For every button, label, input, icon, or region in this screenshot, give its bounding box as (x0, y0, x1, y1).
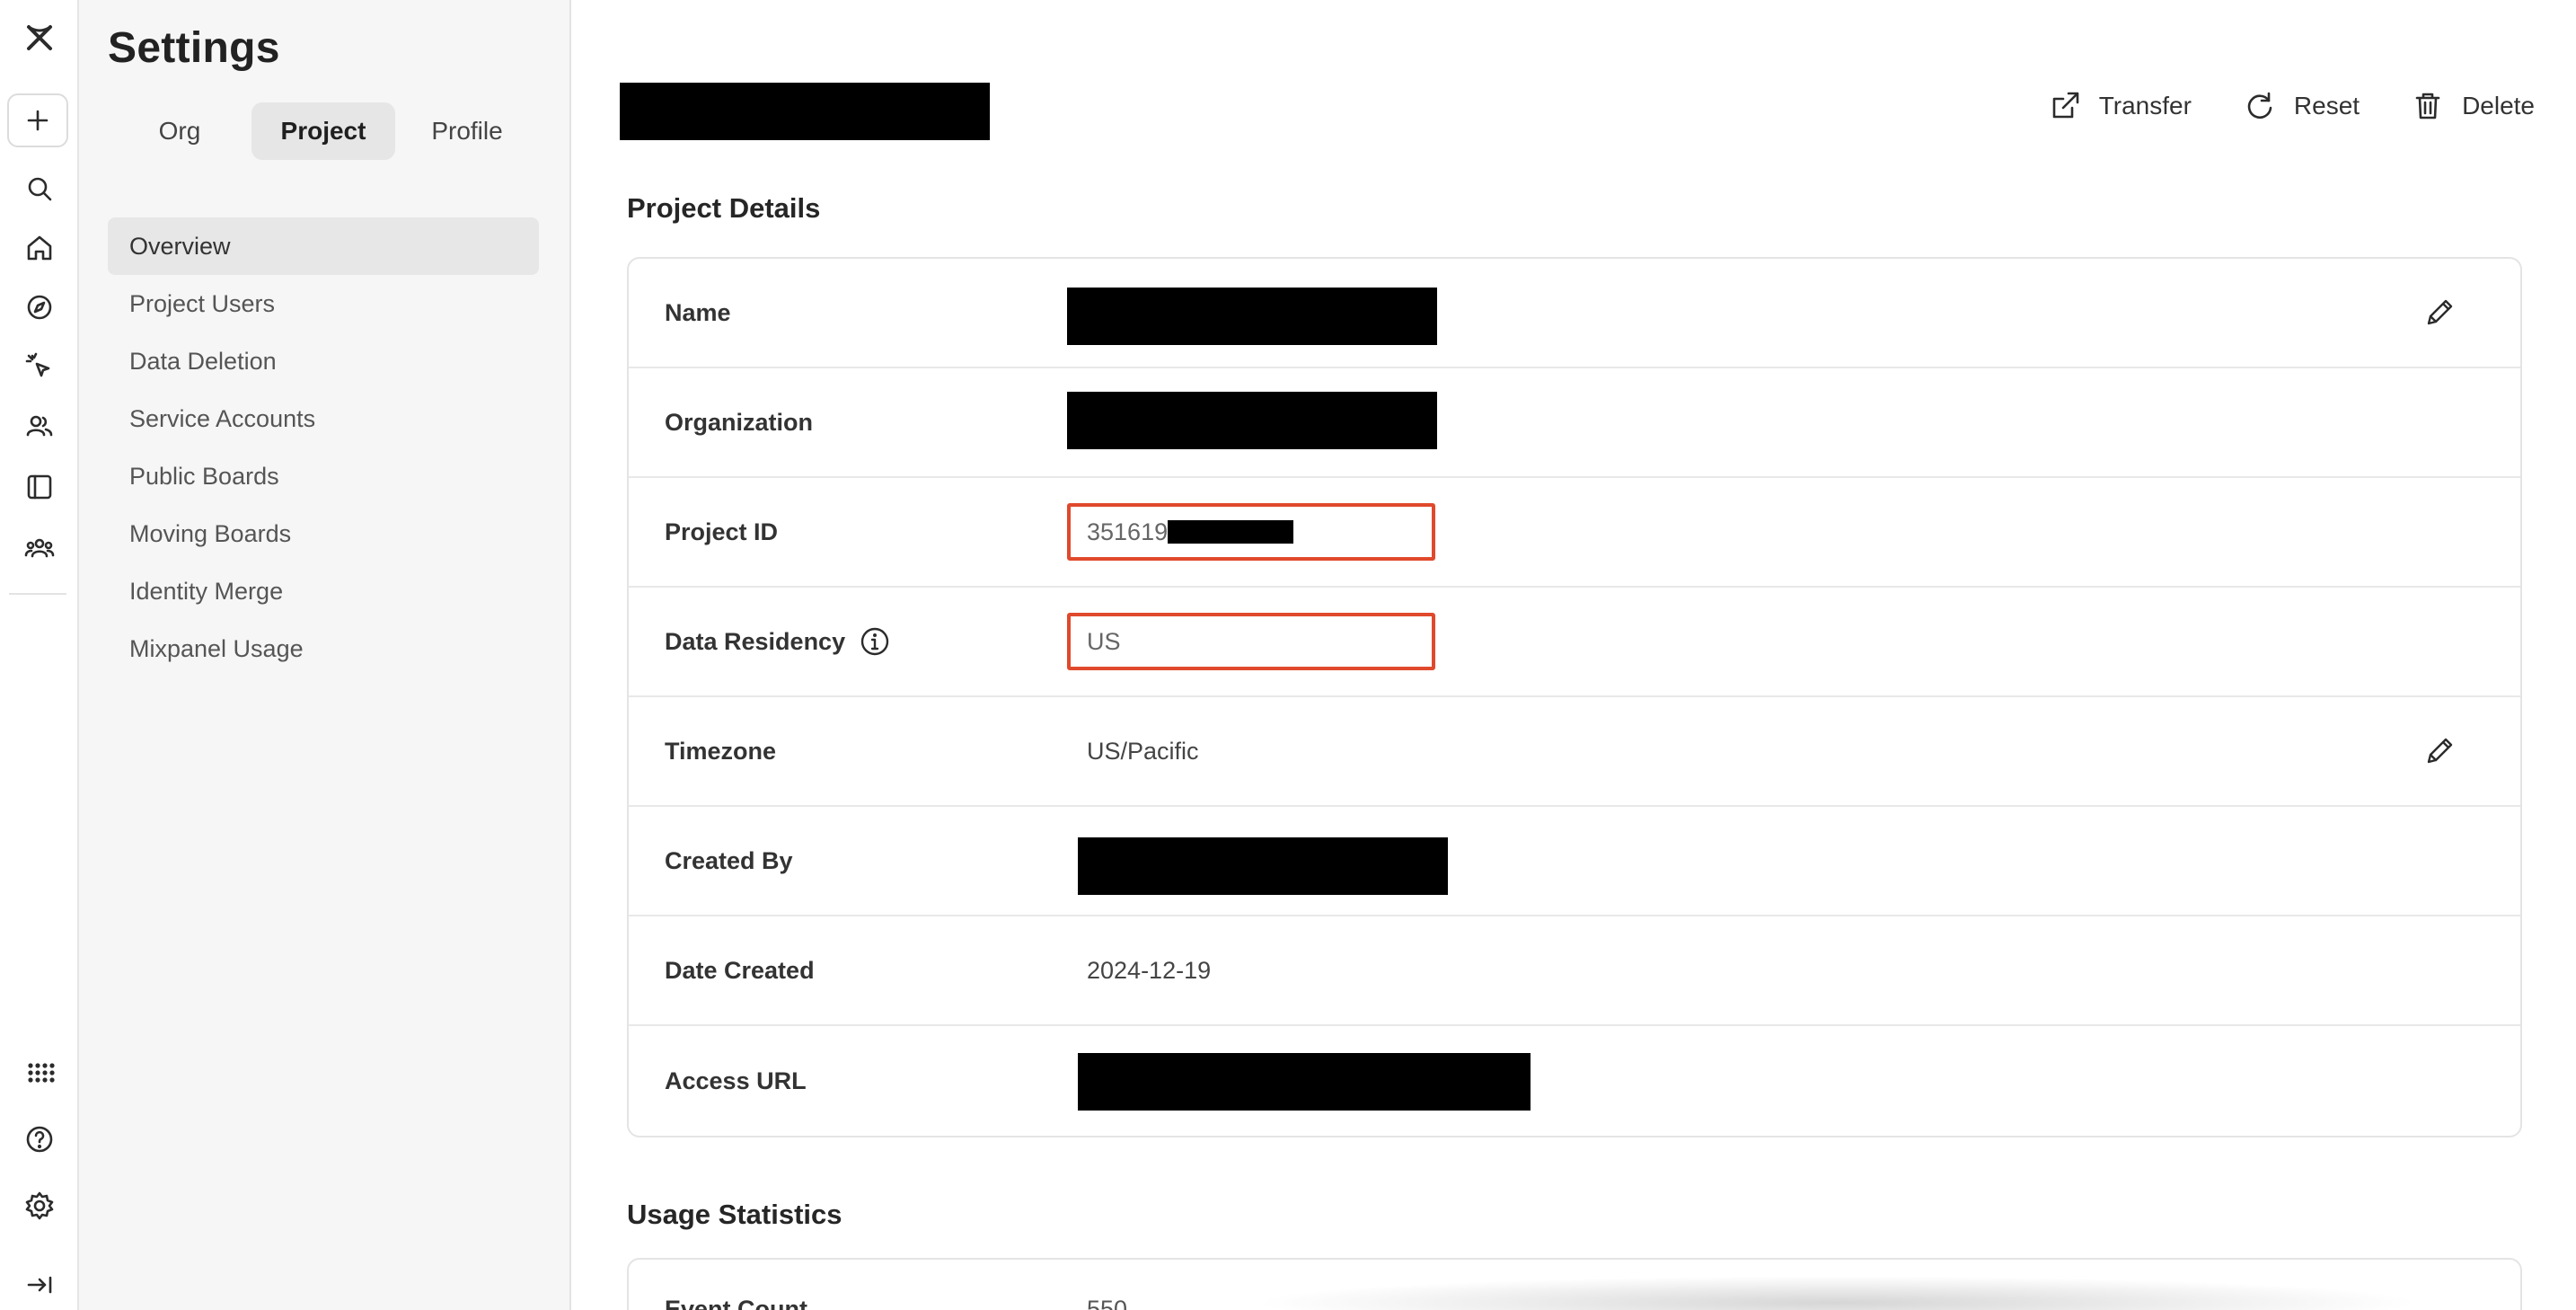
reset-label: Reset (2293, 92, 2360, 119)
info-icon[interactable] (860, 626, 890, 657)
settings-tabs: Org Project Profile (108, 102, 539, 160)
main-content: Transfer Reset Delete Project Details Na… (571, 0, 2576, 1310)
detail-row-project-id: Project ID 351619 (629, 478, 2520, 588)
menu-item-mixpanel-usage[interactable]: Mixpanel Usage (108, 620, 539, 677)
name-label: Name (665, 298, 731, 326)
timezone-label: Timezone (665, 737, 777, 765)
menu-item-data-deletion[interactable]: Data Deletion (108, 332, 539, 390)
edit-name-button[interactable] (2420, 293, 2459, 332)
detail-row-created-by: Created By (629, 807, 2520, 916)
menu-item-public-boards[interactable]: Public Boards (108, 447, 539, 505)
organization-label: Organization (665, 408, 814, 436)
project-id-label: Project ID (665, 518, 779, 545)
delete-label: Delete (2462, 92, 2535, 119)
detail-row-data-residency: Data Residency US (629, 588, 2520, 697)
apps-grid-icon[interactable] (11, 1044, 68, 1102)
help-icon[interactable] (11, 1111, 68, 1168)
data-residency-label-text: Data Residency (665, 627, 846, 655)
usage-statistics-title: Usage Statistics (627, 1199, 842, 1230)
menu-item-identity-merge[interactable]: Identity Merge (108, 562, 539, 620)
project-id-value: 351619 (1067, 503, 1435, 561)
sidebar-icon[interactable] (11, 458, 68, 516)
transfer-label: Transfer (2098, 92, 2192, 119)
project-details-card: Name Organization Project ID 351619 Data… (627, 257, 2522, 1137)
project-id-redacted (1168, 520, 1294, 544)
menu-item-service-accounts[interactable]: Service Accounts (108, 390, 539, 447)
access-url-value-redacted (1078, 1053, 1531, 1111)
menu-item-overview[interactable]: Overview (108, 217, 539, 275)
detail-row-name: Name (629, 259, 2520, 368)
detail-row-access-url: Access URL (629, 1026, 2520, 1136)
rail-divider (9, 593, 66, 595)
tab-org[interactable]: Org (108, 102, 251, 160)
transfer-button[interactable]: Transfer (2047, 88, 2192, 124)
created-by-label: Created By (665, 846, 793, 874)
created-by-value-redacted (1078, 837, 1448, 895)
project-actions: Transfer Reset Delete (1997, 88, 2535, 124)
settings-sidebar: Settings Org Project Profile Overview Pr… (79, 0, 571, 1310)
date-created-label: Date Created (665, 956, 815, 984)
settings-menu: Overview Project Users Data Deletion Ser… (108, 217, 539, 677)
create-button[interactable] (7, 93, 68, 147)
name-value-redacted (1067, 288, 1437, 345)
team-icon[interactable] (11, 519, 68, 577)
external-link-icon (2052, 92, 2078, 119)
scroll-fade (1254, 1276, 2422, 1310)
timezone-value: US/Pacific (1087, 737, 1199, 765)
compass-icon[interactable] (11, 279, 68, 336)
detail-row-timezone: Timezone US/Pacific (629, 697, 2520, 807)
project-details-title: Project Details (627, 192, 821, 224)
pencil-icon (2427, 299, 2453, 325)
organization-value-redacted (1067, 392, 1437, 449)
menu-item-moving-boards[interactable]: Moving Boards (108, 505, 539, 562)
access-url-label: Access URL (665, 1067, 807, 1094)
users-icon[interactable] (11, 397, 68, 455)
pencil-icon (2427, 738, 2453, 764)
event-count-value: 550 (1087, 1296, 1128, 1310)
project-id-text: 351619 (1087, 518, 1169, 545)
detail-row-organization: Organization (629, 368, 2520, 478)
project-name-header-redacted (620, 83, 990, 140)
date-created-value: 2024-12-19 (1087, 956, 1212, 984)
logo-icon[interactable] (11, 9, 68, 66)
data-residency-label: Data Residency (665, 626, 890, 657)
detail-row-date-created: Date Created 2024-12-19 (629, 916, 2520, 1026)
search-icon[interactable] (11, 160, 68, 217)
data-residency-value: US (1067, 613, 1435, 670)
cursor-click-icon[interactable] (11, 338, 68, 395)
reset-icon (2247, 92, 2272, 119)
plus-icon (27, 110, 49, 131)
reset-button[interactable]: Reset (2242, 88, 2360, 124)
page-title: Settings (108, 24, 280, 72)
collapse-icon[interactable] (11, 1256, 68, 1310)
tab-project[interactable]: Project (251, 102, 395, 160)
edit-timezone-button[interactable] (2420, 731, 2459, 771)
icon-rail (0, 0, 79, 1310)
gear-icon[interactable] (11, 1177, 68, 1235)
tab-profile[interactable]: Profile (395, 102, 539, 160)
trash-icon (2415, 93, 2440, 119)
home-icon[interactable] (11, 219, 68, 277)
event-count-label: Event Count (665, 1296, 807, 1310)
menu-item-project-users[interactable]: Project Users (108, 275, 539, 332)
delete-button[interactable]: Delete (2410, 88, 2535, 124)
